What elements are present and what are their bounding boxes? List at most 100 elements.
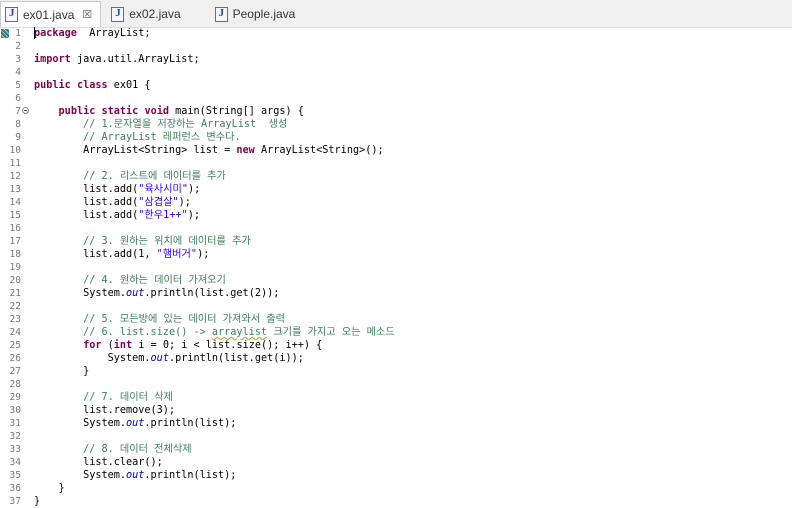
line-number: 22 bbox=[9, 301, 21, 312]
code-line[interactable]: 6 bbox=[0, 92, 792, 105]
code-line[interactable]: 31 System.out.println(list); bbox=[0, 417, 792, 430]
line-number: 8 bbox=[15, 119, 21, 130]
code-text: // 7. 데이터 삭제 bbox=[34, 391, 173, 404]
code-text: import java.util.ArrayList; bbox=[34, 53, 200, 66]
code-line[interactable]: 10 ArrayList<String> list = new ArrayLis… bbox=[0, 144, 792, 157]
code-line[interactable]: 27 } bbox=[0, 365, 792, 378]
code-line[interactable]: 3 import java.util.ArrayList; bbox=[0, 53, 792, 66]
code-line[interactable]: 4 bbox=[0, 66, 792, 79]
code-text: // 4. 원하는 데이터 가져오기 bbox=[34, 274, 226, 287]
code-line[interactable]: 12 // 2. 리스트에 데이터를 추가 bbox=[0, 170, 792, 183]
line-number: 25 bbox=[9, 340, 21, 351]
code-line[interactable]: 29 // 7. 데이터 삭제 bbox=[0, 391, 792, 404]
code-line[interactable]: 15 list.add("한우1++"); bbox=[0, 209, 792, 222]
fold-toggle-icon[interactable] bbox=[22, 107, 29, 114]
code-line[interactable]: 25 for (int i = 0; i < list.size(); i++)… bbox=[0, 339, 792, 352]
code-line[interactable]: 30 list.remove(3); bbox=[0, 404, 792, 417]
line-number: 31 bbox=[9, 418, 21, 429]
tab-ex01-java[interactable]: ex01.java ☒ bbox=[0, 1, 102, 27]
code-line[interactable]: 28 bbox=[0, 378, 792, 391]
code-token: System. bbox=[34, 288, 127, 299]
code-token: "햄버거" bbox=[156, 249, 198, 260]
line-number: 19 bbox=[9, 262, 21, 273]
code-line[interactable]: 17 // 3. 원하는 위치에 데이터를 추가 bbox=[0, 235, 792, 248]
code-text: ArrayList<String> list = new ArrayList<S… bbox=[34, 144, 384, 157]
code-editor[interactable]: 1 package ArrayList; 2 3 import java.util.Ar… bbox=[0, 27, 792, 508]
code-line[interactable]: 14 list.add("삼겹살"); bbox=[0, 196, 792, 209]
line-number: 13 bbox=[9, 184, 21, 195]
code-line[interactable]: 35 System.out.println(list); bbox=[0, 469, 792, 482]
code-token: list.add(1, bbox=[34, 249, 157, 260]
line-number: 12 bbox=[9, 171, 21, 182]
code-line[interactable]: 21 System.out.println(list.get(2)); bbox=[0, 287, 792, 300]
code-line[interactable]: 37} bbox=[0, 495, 792, 508]
code-token: // 1.문자열을 저장하는 ArrayList 생성 bbox=[83, 119, 288, 130]
line-number: 27 bbox=[9, 366, 21, 377]
code-token: package bbox=[34, 28, 77, 39]
line-number: 17 bbox=[9, 236, 21, 247]
code-token: list.add( bbox=[34, 184, 139, 195]
code-text: list.add("삼겹살"); bbox=[34, 196, 191, 209]
code-text: // 6. list.size() -> arraylist 크기를 가지고 오… bbox=[34, 326, 395, 339]
line-number: 7 bbox=[15, 106, 21, 117]
code-token: out bbox=[126, 288, 145, 299]
tab-people-java[interactable]: People.java bbox=[191, 1, 306, 27]
code-text: // ArrayList 레퍼런스 변수다. bbox=[34, 131, 241, 144]
code-token: .println(list.get(i)); bbox=[168, 353, 304, 364]
code-line[interactable]: 5 public class ex01 { bbox=[0, 79, 792, 92]
line-number: 34 bbox=[9, 457, 21, 468]
code-line[interactable]: 1 package ArrayList; bbox=[0, 27, 792, 40]
code-token: ArrayList; bbox=[76, 28, 151, 39]
code-token: class bbox=[76, 80, 108, 91]
line-number: 35 bbox=[9, 470, 21, 481]
line-number: 24 bbox=[9, 327, 21, 338]
code-line[interactable]: 32 bbox=[0, 430, 792, 443]
code-line[interactable]: 24 // 6. list.size() -> arraylist 크기를 가지… bbox=[0, 326, 792, 339]
code-line[interactable]: 13 list.add("육사시미"); bbox=[0, 183, 792, 196]
line-number: 14 bbox=[9, 197, 21, 208]
code-line[interactable]: 11 bbox=[0, 157, 792, 170]
line-number: 9 bbox=[15, 132, 21, 143]
code-text: // 2. 리스트에 데이터를 추가 bbox=[34, 170, 226, 183]
code-token: import bbox=[34, 54, 71, 65]
line-number: 5 bbox=[15, 80, 21, 91]
code-line[interactable]: 9 // ArrayList 레퍼런스 변수다. bbox=[0, 131, 792, 144]
line-number: 2 bbox=[15, 41, 21, 52]
code-line[interactable]: 34 list.clear(); bbox=[0, 456, 792, 469]
code-line[interactable]: 23 // 5. 모든방에 있는 데이터 가져와서 출력 bbox=[0, 313, 792, 326]
code-line[interactable]: 26 System.out.println(list.get(i)); bbox=[0, 352, 792, 365]
code-token: static bbox=[101, 106, 139, 117]
code-text: public static void main(String[] args) { bbox=[34, 105, 304, 118]
code-line[interactable]: 19 bbox=[0, 261, 792, 274]
code-line[interactable]: 7 public static void main(String[] args)… bbox=[0, 105, 792, 118]
code-token: // 3. 원하는 위치에 데이터를 추가 bbox=[83, 236, 251, 247]
code-line[interactable]: 8 // 1.문자열을 저장하는 ArrayList 생성 bbox=[0, 118, 792, 131]
code-line[interactable]: 18 list.add(1, "햄버거"); bbox=[0, 248, 792, 261]
tab-label: People.java bbox=[232, 7, 296, 21]
code-line[interactable]: 36 } bbox=[0, 482, 792, 495]
line-number: 26 bbox=[9, 353, 21, 364]
code-token: ArrayList<String>(); bbox=[254, 145, 384, 156]
code-line[interactable]: 16 bbox=[0, 222, 792, 235]
line-number: 29 bbox=[9, 392, 21, 403]
code-text: } bbox=[34, 495, 40, 508]
code-text: System.out.println(list.get(i)); bbox=[34, 352, 304, 365]
code-line[interactable]: 22 bbox=[0, 300, 792, 313]
code-token: list.add( bbox=[34, 210, 139, 221]
code-line[interactable]: 20 // 4. 원하는 데이터 가져오기 bbox=[0, 274, 792, 287]
code-token: java.util.ArrayList; bbox=[70, 54, 200, 65]
code-token: .println(list.get(2)); bbox=[144, 288, 280, 299]
close-tab-icon[interactable]: ☒ bbox=[82, 8, 92, 21]
code-line[interactable]: 2 bbox=[0, 40, 792, 53]
code-text: list.remove(3); bbox=[34, 404, 175, 417]
code-token: // 2. 리스트에 데이터를 추가 bbox=[83, 171, 226, 182]
tab-ex02-java[interactable]: ex02.java bbox=[101, 1, 190, 27]
line-number: 1 bbox=[15, 28, 21, 39]
java-file-icon bbox=[111, 6, 125, 22]
code-line[interactable]: 33 // 8. 데이터 전체삭제 bbox=[0, 443, 792, 456]
